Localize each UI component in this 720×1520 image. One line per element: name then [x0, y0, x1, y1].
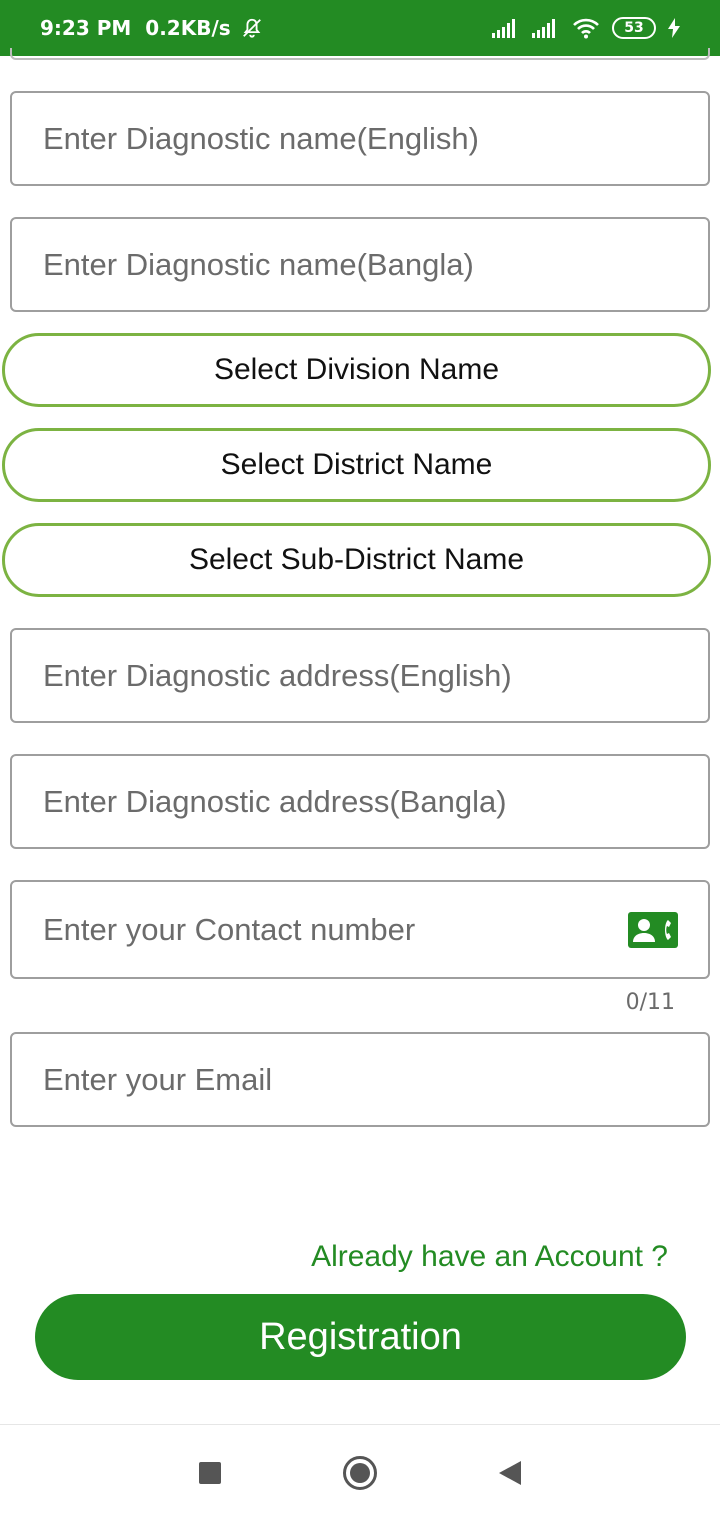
- subdistrict-select[interactable]: Select Sub-District Name: [2, 523, 711, 597]
- battery-icon: 53: [612, 17, 656, 39]
- contact-number-input[interactable]: [43, 911, 603, 948]
- contact-number-field[interactable]: [10, 880, 710, 979]
- subdistrict-select-label: Select Sub-District Name: [188, 543, 525, 576]
- registration-button[interactable]: Registration: [35, 1294, 686, 1380]
- diagnostic-name-english-field[interactable]: [10, 91, 710, 186]
- status-left: 9:23 PM 0.2KB/s: [40, 16, 263, 40]
- district-select[interactable]: Select District Name: [2, 428, 711, 502]
- charging-icon: [668, 18, 680, 38]
- status-right: 53: [492, 17, 680, 39]
- battery-level: 53: [624, 20, 644, 36]
- diagnostic-name-english-input[interactable]: [43, 120, 708, 157]
- address-english-input[interactable]: [43, 657, 708, 694]
- division-select-label: Select Division Name: [213, 353, 500, 386]
- wifi-icon: [572, 17, 600, 39]
- signal-icon: [532, 18, 560, 38]
- signal-icon: [492, 18, 520, 38]
- back-icon[interactable]: [490, 1453, 530, 1493]
- contact-phone-icon[interactable]: [628, 912, 678, 953]
- previous-field-edge: [10, 48, 710, 60]
- email-field[interactable]: [10, 1032, 710, 1127]
- recent-apps-icon[interactable]: [190, 1453, 230, 1493]
- diagnostic-name-bangla-field[interactable]: [10, 217, 710, 312]
- division-select[interactable]: Select Division Name: [2, 333, 711, 407]
- registration-button-label: Registration: [259, 1315, 462, 1358]
- diagnostic-name-bangla-input[interactable]: [43, 246, 708, 283]
- home-icon[interactable]: [340, 1453, 380, 1493]
- address-bangla-input[interactable]: [43, 783, 708, 820]
- contact-char-counter: 0/11: [625, 990, 675, 1015]
- network-speed: 0.2KB/s: [145, 16, 231, 40]
- district-select-label: Select District Name: [220, 448, 493, 481]
- bell-off-icon: [241, 17, 263, 39]
- address-english-field[interactable]: [10, 628, 710, 723]
- status-time: 9:23 PM: [40, 16, 132, 40]
- address-bangla-field[interactable]: [10, 754, 710, 849]
- already-have-account-link[interactable]: Already have an Account ?: [311, 1240, 668, 1274]
- system-nav-bar: [0, 1424, 720, 1520]
- email-input[interactable]: [43, 1061, 708, 1098]
